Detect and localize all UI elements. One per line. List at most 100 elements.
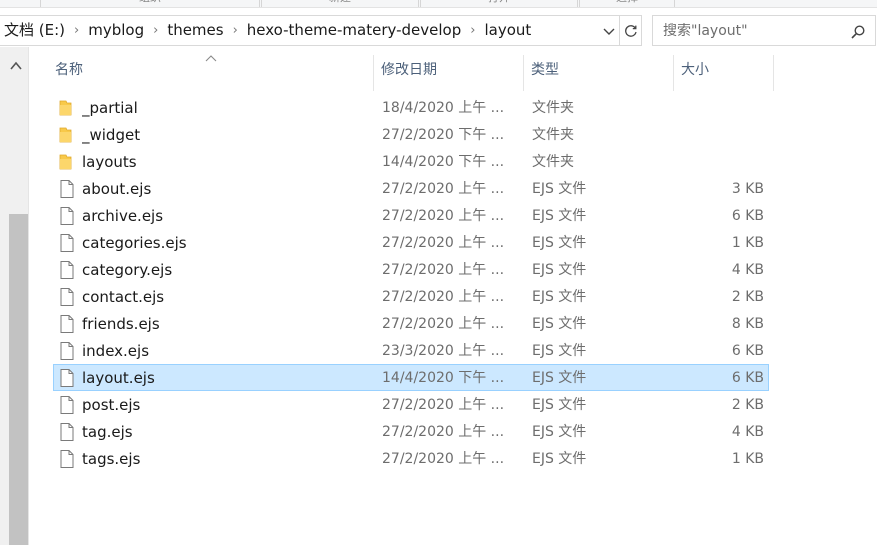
file-row[interactable]: about.ejs 27/2/2020 上午 ... EJS 文件 3 KB xyxy=(53,175,769,202)
column-header-type[interactable]: 类型 xyxy=(524,55,674,91)
file-icon xyxy=(58,368,76,388)
search-icon[interactable] xyxy=(851,24,865,39)
file-name: _widget xyxy=(82,126,141,144)
file-size: 1 KB xyxy=(731,451,764,467)
file-icon xyxy=(58,314,76,334)
ribbon-group-new[interactable]: 新建 xyxy=(261,0,419,7)
breadcrumb-theme-folder[interactable]: hexo-theme-matery-develop xyxy=(245,15,463,46)
search-box[interactable] xyxy=(652,15,876,46)
file-icon xyxy=(58,233,76,253)
column-header-label: 大小 xyxy=(681,62,709,78)
column-header-label: 类型 xyxy=(531,62,559,78)
file-name: layout.ejs xyxy=(82,369,155,387)
file-name: layouts xyxy=(82,153,137,171)
file-size: 4 KB xyxy=(731,424,764,440)
file-row[interactable]: archive.ejs 27/2/2020 上午 ... EJS 文件 6 KB xyxy=(53,202,769,229)
file-icon xyxy=(58,287,76,307)
chevron-down-icon xyxy=(603,28,615,35)
chevron-right-icon[interactable]: › xyxy=(463,15,482,46)
file-name: _partial xyxy=(82,99,138,117)
file-name: tags.ejs xyxy=(82,450,141,468)
folder-icon xyxy=(58,98,76,118)
file-date: 18/4/2020 上午 ... xyxy=(382,100,505,116)
file-icon xyxy=(58,395,76,415)
file-row[interactable]: _widget 27/2/2020 下午 ... 文件夹 xyxy=(53,121,769,148)
file-type: EJS 文件 xyxy=(532,262,587,278)
file-name: index.ejs xyxy=(82,342,150,360)
file-row[interactable]: contact.ejs 27/2/2020 上午 ... EJS 文件 2 KB xyxy=(53,283,769,310)
ribbon-group-select[interactable]: 选择 xyxy=(579,0,675,7)
file-row[interactable]: categories.ejs 27/2/2020 上午 ... EJS 文件 1 KB xyxy=(53,229,769,256)
chevron-right-icon[interactable]: › xyxy=(226,15,245,46)
file-row[interactable]: friends.ejs 27/2/2020 上午 ... EJS 文件 8 KB xyxy=(53,310,769,337)
chevron-right-icon[interactable]: › xyxy=(146,15,165,46)
file-type: EJS 文件 xyxy=(532,235,587,251)
file-type: EJS 文件 xyxy=(532,397,587,413)
file-date: 27/2/2020 下午 ... xyxy=(382,127,505,143)
chevron-right-icon[interactable]: › xyxy=(67,15,86,46)
file-size xyxy=(674,122,764,149)
file-type: EJS 文件 xyxy=(532,424,587,440)
file-name: contact.ejs xyxy=(82,288,165,306)
column-header-row: 名称 修改日期 类型 大小 xyxy=(29,47,877,91)
file-row[interactable]: layouts 14/4/2020 下午 ... 文件夹 xyxy=(53,148,769,175)
breadcrumb-myblog[interactable]: myblog xyxy=(86,15,146,46)
file-date: 27/2/2020 上午 ... xyxy=(382,316,505,332)
file-date: 27/2/2020 上午 ... xyxy=(382,397,505,413)
file-size: 8 KB xyxy=(731,316,764,332)
breadcrumb-layout[interactable]: layout xyxy=(482,15,533,46)
file-type: EJS 文件 xyxy=(532,451,587,467)
breadcrumb-drive[interactable]: 文档 (E:) xyxy=(0,15,67,46)
file-size: 3 KB xyxy=(731,181,764,197)
search-input[interactable] xyxy=(653,22,843,39)
file-name: category.ejs xyxy=(82,261,173,279)
file-icon xyxy=(58,449,76,469)
ribbon-group-label: 打开 xyxy=(488,0,510,4)
file-row[interactable]: index.ejs 23/3/2020 上午 ... EJS 文件 6 KB xyxy=(53,337,769,364)
file-row[interactable]: layout.ejs 14/4/2020 下午 ... EJS 文件 6 KB xyxy=(53,364,769,391)
file-row[interactable]: tag.ejs 27/2/2020 上午 ... EJS 文件 4 KB xyxy=(53,418,769,445)
file-size xyxy=(674,95,764,122)
file-size: 2 KB xyxy=(731,397,764,413)
scrollbar-thumb[interactable] xyxy=(9,214,28,545)
column-header-size[interactable]: 大小 xyxy=(674,55,774,91)
ribbon-group-open[interactable]: 打开 xyxy=(420,0,578,7)
address-history-dropdown[interactable] xyxy=(599,16,619,47)
file-date: 27/2/2020 上午 ... xyxy=(382,451,505,467)
file-date: 14/4/2020 下午 ... xyxy=(382,154,505,170)
file-date: 27/2/2020 上午 ... xyxy=(382,424,505,440)
file-size: 4 KB xyxy=(731,262,764,278)
file-type: EJS 文件 xyxy=(532,181,587,197)
ribbon-group-label: 组织 xyxy=(139,0,161,4)
file-name: tag.ejs xyxy=(82,423,133,441)
file-name: archive.ejs xyxy=(82,207,164,225)
file-size: 1 KB xyxy=(731,235,764,251)
column-header-date[interactable]: 修改日期 xyxy=(374,55,524,91)
file-type: EJS 文件 xyxy=(532,289,587,305)
column-header-label: 名称 xyxy=(55,62,83,78)
folder-icon xyxy=(58,152,76,172)
ribbon-strip: 组织 新建 打开 选择 xyxy=(0,0,877,8)
ribbon-group-organize[interactable]: 组织 xyxy=(40,0,260,7)
file-row[interactable]: tags.ejs 27/2/2020 上午 ... EJS 文件 1 KB xyxy=(53,445,769,472)
file-row[interactable]: post.ejs 27/2/2020 上午 ... EJS 文件 2 KB xyxy=(53,391,769,418)
file-type: EJS 文件 xyxy=(532,208,587,224)
refresh-icon xyxy=(624,24,637,37)
file-size: 6 KB xyxy=(731,370,764,386)
file-row[interactable]: _partial 18/4/2020 上午 ... 文件夹 xyxy=(53,94,769,121)
file-type: 文件夹 xyxy=(532,100,574,116)
address-bar[interactable]: 文档 (E:) › myblog › themes › hexo-theme-m… xyxy=(0,15,620,46)
file-date: 27/2/2020 上午 ... xyxy=(382,181,505,197)
file-type: EJS 文件 xyxy=(532,316,587,332)
navigation-pane-scrollbar[interactable] xyxy=(0,47,29,545)
breadcrumb-themes[interactable]: themes xyxy=(165,15,225,46)
refresh-button[interactable] xyxy=(620,15,642,46)
file-explorer-window: 组织 新建 打开 选择 文档 (E:) › myblog › themes › … xyxy=(0,0,877,545)
file-row[interactable]: category.ejs 27/2/2020 上午 ... EJS 文件 4 KB xyxy=(53,256,769,283)
scroll-up-arrow-icon[interactable] xyxy=(9,57,23,70)
column-header-name[interactable]: 名称 xyxy=(48,55,374,91)
file-name: post.ejs xyxy=(82,396,141,414)
file-type: EJS 文件 xyxy=(532,370,587,386)
address-row: 文档 (E:) › myblog › themes › hexo-theme-m… xyxy=(0,15,877,47)
ribbon-group-label: 选择 xyxy=(616,0,638,4)
